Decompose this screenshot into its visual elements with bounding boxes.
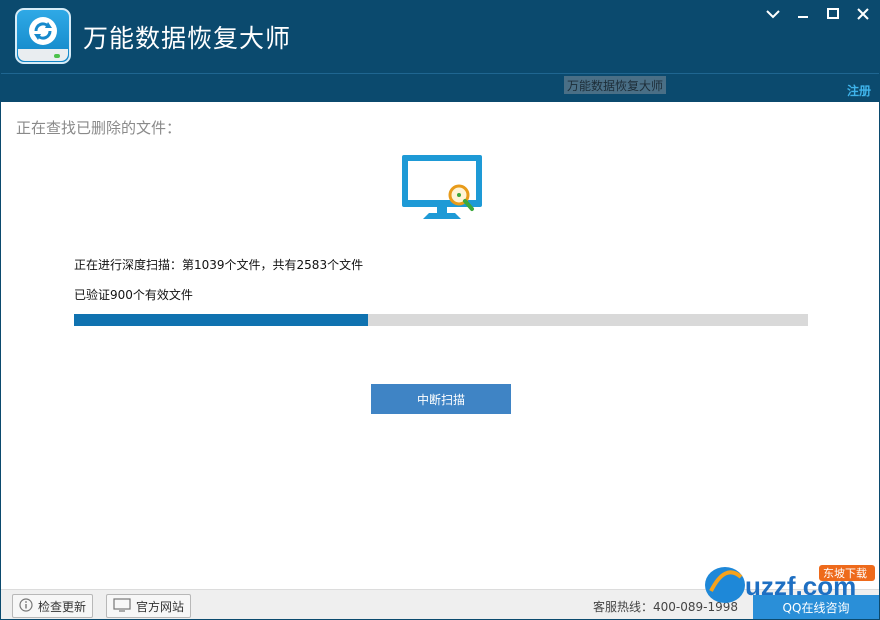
monitor-search-icon xyxy=(401,153,485,229)
register-link[interactable]: 注册 xyxy=(847,82,871,99)
app-title: 万能数据恢复大师 xyxy=(83,24,292,53)
scan-progress-text: 正在进行深度扫描：第1039个文件，共有2583个文件 xyxy=(74,258,364,272)
check-update-label: 检查更新 xyxy=(38,599,87,614)
title-bar[interactable]: 万能数据恢复大师 xyxy=(1,1,879,73)
website-label: 官方网站 xyxy=(136,599,185,614)
toolbar-title: 万能数据恢复大师 xyxy=(564,76,667,94)
svg-text:东坡下载: 东坡下载 xyxy=(823,567,867,580)
website-button[interactable]: 官方网站 xyxy=(106,594,192,618)
scan-progress-fill xyxy=(74,314,368,326)
toolbar: 万能数据恢复大师 注册 xyxy=(1,73,879,102)
verified-files-text: 已验证900个有效文件 xyxy=(74,288,193,302)
close-icon[interactable] xyxy=(851,5,875,23)
app-window: 万能数据恢复大师 万能数据恢复大师 注册 正在查找已删除的文件： 正在进行深度扫… xyxy=(0,0,880,620)
stop-scan-button[interactable]: 中断扫描 xyxy=(371,384,511,414)
chevron-down-icon[interactable] xyxy=(761,5,785,23)
check-update-button[interactable]: 检查更新 xyxy=(12,594,94,618)
monitor-icon xyxy=(113,597,131,615)
minus-icon[interactable] xyxy=(791,5,815,23)
refresh-disk-icon xyxy=(15,8,71,64)
scan-progress-bar xyxy=(74,314,808,326)
scan-heading: 正在查找已删除的文件： xyxy=(16,119,182,137)
square-icon[interactable] xyxy=(821,5,845,23)
info-icon xyxy=(19,597,33,615)
qq-consult-button[interactable]: QQ在线咨询 xyxy=(753,595,879,619)
